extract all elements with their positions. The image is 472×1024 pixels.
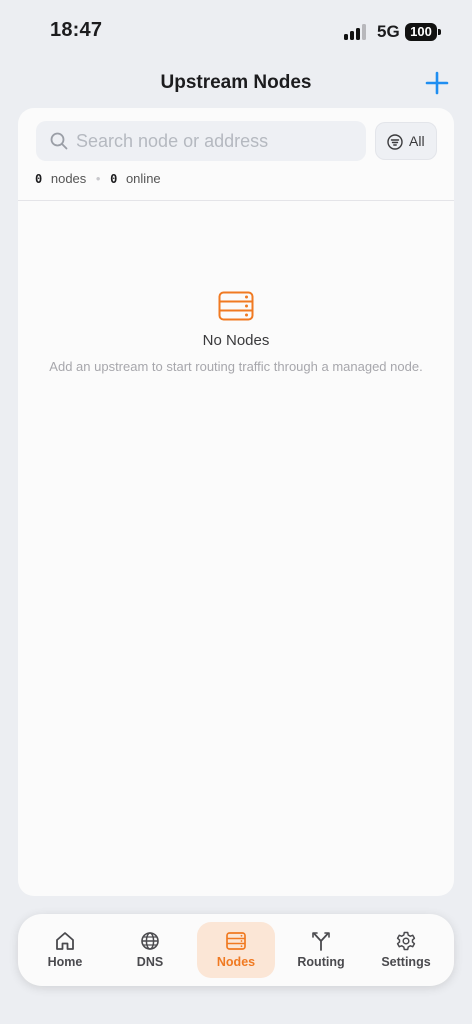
server-icon (226, 932, 246, 950)
tab-home[interactable]: Home (26, 922, 104, 978)
page-title: Upstream Nodes (160, 72, 312, 93)
divider (18, 200, 454, 201)
battery-icon: 100 (405, 23, 437, 41)
status-time: 18:47 (50, 19, 103, 41)
online-count: 0 (110, 172, 118, 186)
plus-icon (425, 71, 449, 95)
home-icon (56, 932, 74, 950)
tab-label-nodes: Nodes (216, 955, 256, 969)
network-label: 5G (377, 22, 400, 41)
empty-state-title: No Nodes (202, 332, 270, 349)
gear-icon (396, 931, 416, 951)
server-icon (218, 291, 254, 321)
tab-label-dns: DNS (136, 955, 164, 969)
search-box[interactable] (36, 121, 366, 161)
add-node-button[interactable] (422, 68, 452, 98)
signal-icon (344, 24, 370, 40)
tab-nodes[interactable]: Nodes (197, 922, 275, 978)
tab-bar: Home DNS Nodes Routing Settings (18, 914, 454, 986)
filter-label: All (409, 133, 425, 149)
tab-settings[interactable]: Settings (367, 922, 445, 978)
tab-dns[interactable]: DNS (111, 922, 189, 978)
tab-label-settings: Settings (381, 955, 431, 969)
routing-icon (312, 932, 330, 951)
nodes-label: nodes (50, 171, 87, 186)
status-bar: 18:47 5G 100 (0, 0, 472, 62)
empty-state-description: Add an upstream to start routing traffic… (49, 359, 423, 374)
search-icon (50, 132, 68, 150)
tab-label-routing: Routing (297, 955, 345, 969)
stats-separator: • (95, 171, 101, 186)
battery-tip (438, 29, 441, 35)
tab-label-home: Home (47, 955, 83, 969)
online-label: online (125, 171, 161, 186)
tab-routing[interactable]: Routing (282, 922, 360, 978)
filter-icon (387, 134, 403, 150)
nodes-card: All 0 nodes • 0 online No Nodes Add an u… (18, 108, 454, 896)
filter-button[interactable]: All (375, 122, 437, 160)
globe-icon (141, 932, 159, 950)
node-stats: 0 nodes • 0 online (35, 171, 161, 186)
search-input[interactable] (76, 121, 356, 161)
nodes-count: 0 (35, 172, 43, 186)
